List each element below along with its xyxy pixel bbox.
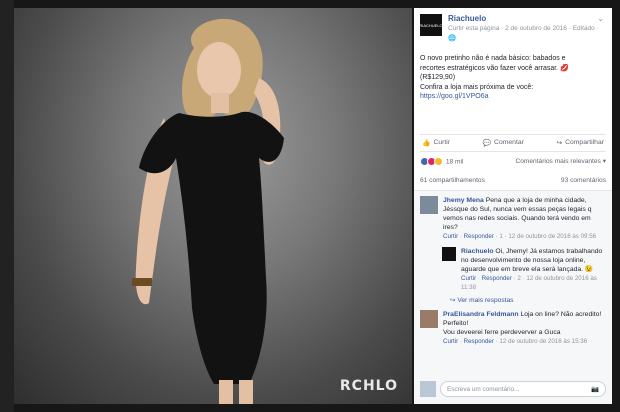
post-sidebar: RIACHUELO Riachuelo Curtir esta página ·… bbox=[414, 8, 612, 404]
comment: PraElisandra Feldmann Loja on line? Não … bbox=[420, 309, 606, 346]
avatar[interactable] bbox=[420, 195, 438, 214]
reactions-bar: 18 mil Comentários mais relevantes ▾ bbox=[414, 152, 612, 166]
page-avatar[interactable]: RIACHUELO bbox=[419, 14, 443, 36]
post-text: O novo pretinho não é nada básico: babad… bbox=[414, 48, 612, 104]
avatar bbox=[420, 381, 436, 397]
reaction-summary[interactable]: 18 mil bbox=[420, 156, 463, 166]
comment-date[interactable]: 12 de outubro de 2016 às 09:56 bbox=[508, 233, 596, 240]
comment-reply-link[interactable]: Responder bbox=[464, 233, 494, 240]
model-illustration bbox=[132, 18, 284, 404]
comment: Jhemy Mena Pena que a loja de minha cida… bbox=[420, 195, 606, 241]
share-icon: ↪ bbox=[556, 139, 563, 147]
post-line: (R$129,90) bbox=[420, 74, 456, 81]
comment-meta: Curtir · Responder · 12 de outubro de 20… bbox=[443, 337, 588, 345]
post-link[interactable]: https://goo.gl/1VPO6a bbox=[420, 92, 606, 102]
comment-author[interactable]: PraElisandra Feldmann bbox=[443, 311, 519, 318]
like-button[interactable]: 👍 Curtir bbox=[422, 139, 450, 147]
background-page-edge bbox=[0, 0, 14, 412]
shares-count[interactable]: 61 compartilhamentos bbox=[420, 177, 485, 184]
comment-sort-dropdown[interactable]: Comentários mais relevantes ▾ bbox=[515, 157, 606, 166]
chevron-down-icon[interactable]: ⌄ bbox=[597, 14, 604, 23]
comments-count[interactable]: 93 comentários bbox=[561, 177, 606, 184]
kiss-emoji-icon: 💋 bbox=[560, 64, 569, 72]
comment-like-link[interactable]: Curtir bbox=[461, 275, 476, 282]
lightbox-background: RCHLO RIACHUELO Riachuelo Curtir esta pá… bbox=[0, 0, 620, 412]
post-stats: 61 compartilhamentos 93 comentários bbox=[414, 166, 612, 191]
comment-meta: Curtir · Responder · 2 · 12 de outubro d… bbox=[461, 274, 597, 291]
avatar[interactable] bbox=[442, 246, 456, 261]
post-date[interactable]: 2 de outubro de 2016 bbox=[505, 25, 567, 32]
more-replies-link[interactable]: ↪ Ver mais respostas bbox=[450, 296, 606, 304]
like-page-link[interactable]: Curtir esta página bbox=[448, 25, 499, 32]
comment-icon: 💬 bbox=[482, 139, 492, 147]
post-photo[interactable]: RCHLO bbox=[14, 8, 412, 404]
comment-date[interactable]: 12 de outubro de 2016 às 15:36 bbox=[499, 338, 587, 345]
page-name-link[interactable]: Riachuelo bbox=[448, 14, 606, 24]
comment-like-link[interactable]: Curtir bbox=[443, 338, 458, 345]
avatar[interactable] bbox=[420, 309, 438, 328]
comment-author[interactable]: Jhemy Mena bbox=[443, 197, 484, 204]
post-actions: 👍 Curtir 💬 Comentar ↪ Compartilhar bbox=[420, 133, 606, 152]
comment-like-link[interactable]: Curtir bbox=[443, 233, 458, 240]
comment-meta: Curtir · Responder · 1 · 12 de outubro d… bbox=[443, 232, 597, 240]
comment-subtext: Vou deveerei ferre perdeverver a Guca bbox=[443, 328, 561, 336]
brand-watermark: RCHLO bbox=[339, 378, 398, 394]
comments-list: Jhemy Mena Pena que a loja de minha cida… bbox=[414, 190, 612, 404]
comment-composer: Escreva um comentário... 📷 bbox=[420, 380, 606, 398]
comment-reply-link[interactable]: Responder bbox=[482, 275, 512, 282]
comment-reply-link[interactable]: Responder bbox=[464, 338, 494, 345]
thumbs-up-icon: 👍 bbox=[422, 139, 431, 147]
globe-icon: 🌐 bbox=[448, 35, 457, 42]
post-line: O novo pretinho não é nada básico: babad… bbox=[420, 55, 566, 62]
meta-separator: · bbox=[501, 25, 504, 32]
post-line: recortes estratégicos vão fazer você arr… bbox=[420, 64, 569, 72]
comment-reply: Riachuelo Oi, Jhemy! Já estamos trabalha… bbox=[442, 246, 606, 292]
comment-button[interactable]: 💬 Comentar bbox=[483, 139, 524, 147]
wow-reaction-icon bbox=[434, 156, 443, 166]
edited-label[interactable]: · Editado · bbox=[569, 25, 599, 32]
comment-like-count[interactable]: 1 bbox=[499, 233, 502, 240]
post-header: RIACHUELO Riachuelo Curtir esta página ·… bbox=[414, 8, 612, 48]
share-button[interactable]: ↪ Compartilhar bbox=[556, 139, 604, 147]
camera-icon[interactable]: 📷 bbox=[591, 385, 599, 393]
post-meta: Curtir esta página · 2 de outubro de 201… bbox=[448, 24, 606, 44]
post-line: Confira a loja mais próxima de você: bbox=[420, 83, 534, 91]
comment-like-count[interactable]: 2 bbox=[517, 275, 520, 282]
comment-author[interactable]: Riachuelo bbox=[461, 248, 493, 255]
comment-input[interactable]: Escreva um comentário... 📷 bbox=[440, 381, 606, 397]
